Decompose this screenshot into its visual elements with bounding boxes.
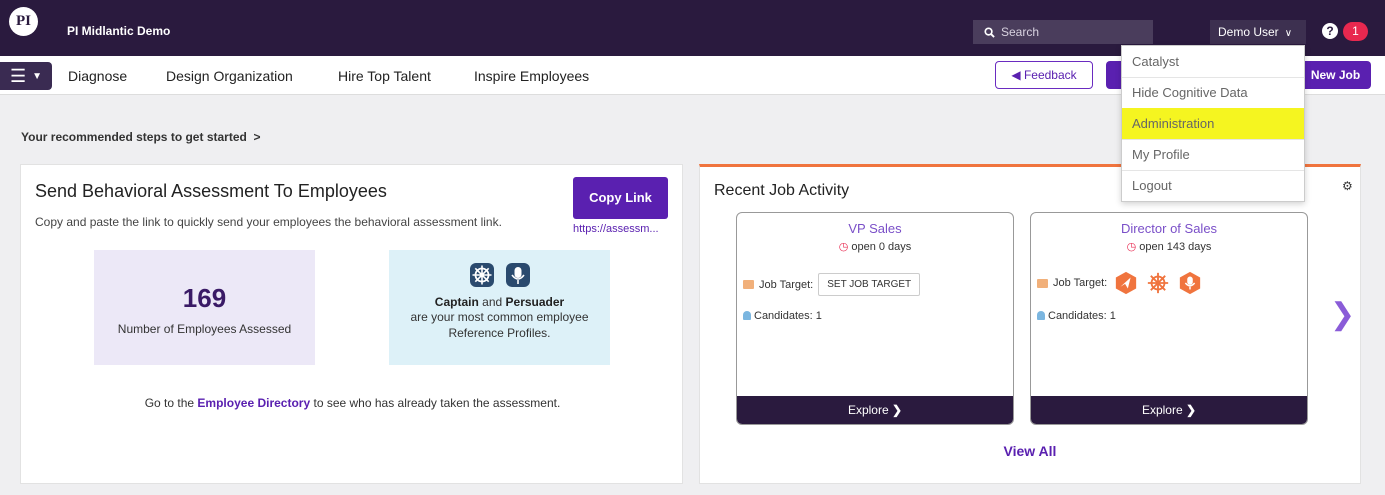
set-job-target-button[interactable]: SET JOB TARGET: [818, 273, 921, 296]
job-target-row: Job Target: SET JOB TARGET: [743, 273, 921, 296]
nav-item-design-organization[interactable]: Design Organization: [166, 68, 293, 84]
feedback-label: Feedback: [1023, 68, 1077, 82]
explore-button[interactable]: Explore ❯: [737, 396, 1013, 424]
assessment-card: Send Behavioral Assessment To Employees …: [20, 164, 683, 484]
nav-item-diagnose[interactable]: Diagnose: [68, 68, 127, 84]
employees-assessed-label: Number of Employees Assessed: [117, 322, 292, 336]
briefcase-icon: [743, 280, 754, 289]
employee-directory-text: Go to the Employee Directory to see who …: [21, 396, 684, 410]
menu-item-hide-cognitive-data[interactable]: Hide Cognitive Data: [1122, 77, 1304, 108]
maverick-icon[interactable]: [1114, 271, 1138, 295]
caret-down-icon: ▼: [32, 70, 43, 82]
assessment-link[interactable]: https://assessm...: [573, 223, 673, 235]
user-dropdown-menu: Catalyst Hide Cognitive Data Administrat…: [1121, 45, 1305, 202]
megaphone-icon: ◀: [1011, 68, 1021, 82]
chevron-right-icon: ❯: [891, 403, 903, 417]
job-title[interactable]: Director of Sales: [1031, 221, 1307, 236]
feedback-button[interactable]: ◀ Feedback: [995, 61, 1093, 89]
nav-item-inspire-employees[interactable]: Inspire Employees: [474, 68, 589, 84]
notification-badge[interactable]: 1: [1343, 22, 1368, 41]
user-menu-button[interactable]: Demo User ∨: [1210, 20, 1306, 44]
job-open-text: open 143 days: [1139, 241, 1212, 253]
job-open-duration: ◷ open 0 days: [737, 240, 1013, 253]
view-all-link[interactable]: View All: [700, 443, 1360, 459]
candidates-count: Candidates: 1: [743, 310, 822, 322]
search-icon: [984, 26, 995, 38]
search-input[interactable]: Search: [973, 20, 1153, 44]
recommended-steps-link[interactable]: Your recommended steps to get started >: [21, 130, 261, 144]
directory-suffix: to see who has already taken the assessm…: [313, 396, 561, 410]
new-job-button[interactable]: New Job: [1300, 61, 1371, 89]
employees-assessed-count: 169: [182, 283, 227, 313]
profile-name-captain: Captain: [434, 295, 479, 309]
job-open-text: open 0 days: [851, 241, 912, 253]
pi-logo[interactable]: PI: [9, 7, 38, 36]
captain-icon[interactable]: [1146, 271, 1170, 295]
menu-item-catalyst[interactable]: Catalyst: [1122, 46, 1304, 77]
org-name: PI Midlantic Demo: [67, 24, 171, 38]
job-activity-card: Recent Job Activity ⚙ VP Sales ◷ open 0 …: [699, 164, 1361, 484]
candidates-text: Candidates: 1: [1048, 310, 1116, 322]
hamburger-menu-button[interactable]: ☰ ▼: [0, 62, 52, 90]
briefcase-icon: [1037, 278, 1048, 288]
clock-icon: ◷: [838, 241, 849, 253]
menu-item-logout[interactable]: Logout: [1122, 170, 1304, 201]
directory-prefix: Go to the: [144, 396, 195, 410]
clock-icon: ◷: [1126, 241, 1137, 253]
chevron-right-icon: ❯: [1185, 403, 1197, 417]
job-card-vp-sales: VP Sales ◷ open 0 days Job Target: SET J…: [736, 212, 1014, 425]
job-open-duration: ◷ open 143 days: [1031, 240, 1307, 253]
persuader-icon: [505, 263, 530, 287]
profile-and: and: [482, 295, 503, 309]
person-icon: [743, 311, 751, 320]
profile-text-line3: Reference Profiles.: [448, 326, 551, 340]
assessment-card-title: Send Behavioral Assessment To Employees: [35, 181, 387, 201]
employees-assessed-box: 169 Number of Employees Assessed: [94, 250, 315, 365]
nav-item-hire-top-talent[interactable]: Hire Top Talent: [338, 68, 431, 84]
explore-button[interactable]: Explore ❯: [1031, 396, 1307, 424]
explore-label: Explore: [847, 403, 889, 417]
user-name: Demo User: [1218, 25, 1279, 39]
menu-item-my-profile[interactable]: My Profile: [1122, 139, 1304, 170]
help-icon[interactable]: ?: [1322, 23, 1338, 39]
reference-profiles-box: Captain and Persuader are your most comm…: [389, 250, 610, 365]
hamburger-icon: ☰: [9, 65, 27, 86]
job-title[interactable]: VP Sales: [737, 221, 1013, 236]
explore-label: Explore: [1141, 403, 1183, 417]
employee-directory-link[interactable]: Employee Directory: [197, 396, 310, 410]
profile-text-line2: are your most common employee: [410, 310, 589, 324]
search-placeholder: Search: [1001, 25, 1040, 39]
job-activity-title: Recent Job Activity: [714, 182, 850, 199]
gear-icon[interactable]: ⚙: [1342, 179, 1353, 193]
candidates-count: Candidates: 1: [1037, 310, 1116, 322]
next-arrow-icon[interactable]: ❯: [1330, 297, 1355, 332]
profile-name-persuader: Persuader: [505, 295, 565, 309]
person-icon: [1037, 311, 1045, 320]
candidates-text: Candidates: 1: [754, 310, 822, 322]
job-target-label: Job Target:: [1053, 277, 1108, 289]
chevron-right-icon: >: [253, 130, 261, 144]
job-target-row: Job Target:: [1037, 271, 1202, 295]
recommended-label: Your recommended steps to get started: [21, 130, 247, 144]
chevron-down-icon: ∨: [1284, 28, 1293, 39]
job-card-director-of-sales: Director of Sales ◷ open 143 days Job Ta…: [1030, 212, 1308, 425]
assessment-card-description: Copy and paste the link to quickly send …: [35, 215, 502, 229]
persuader-icon[interactable]: [1178, 271, 1202, 295]
profile-names: Captain and Persuader: [389, 295, 610, 309]
menu-item-administration[interactable]: Administration: [1122, 108, 1304, 139]
copy-link-button[interactable]: Copy Link: [573, 177, 668, 219]
job-target-label: Job Target:: [759, 278, 814, 291]
captain-icon: [469, 263, 494, 287]
